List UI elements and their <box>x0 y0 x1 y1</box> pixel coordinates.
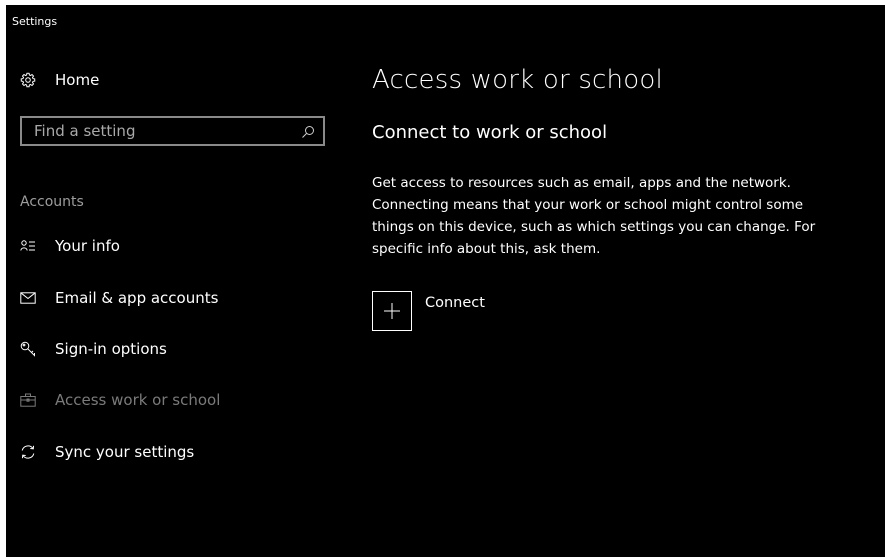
person-icon <box>20 238 36 254</box>
sidebar: Home Accounts Your <box>6 5 346 557</box>
briefcase-icon <box>20 392 36 408</box>
sidebar-item-access-work-or-school[interactable]: Access work or school <box>20 391 220 409</box>
home-label: Home <box>55 71 100 89</box>
sidebar-item-your-info[interactable]: Your info <box>20 237 120 255</box>
sidebar-item-label: Sync your settings <box>55 443 195 461</box>
page-title: Access work or school <box>372 65 663 95</box>
key-icon <box>20 341 36 357</box>
description-text: Get access to resources such as email, a… <box>372 175 816 257</box>
sync-icon <box>20 444 36 460</box>
sidebar-item-label: Access work or school <box>55 391 221 409</box>
sidebar-item-email-app-accounts[interactable]: Email & app accounts <box>20 289 218 307</box>
gear-icon <box>20 72 36 88</box>
section-label-accounts: Accounts <box>20 194 84 210</box>
connect-label: Connect <box>425 295 485 311</box>
home-button[interactable]: Home <box>20 71 99 89</box>
plus-icon[interactable] <box>372 291 412 331</box>
search-icon[interactable] <box>301 124 315 138</box>
sidebar-item-label: Your info <box>55 237 120 255</box>
sidebar-item-sign-in-options[interactable]: Sign-in options <box>20 340 167 358</box>
search-box[interactable] <box>20 116 325 146</box>
sidebar-item-label: Email & app accounts <box>55 289 219 307</box>
sidebar-item-label: Sign-in options <box>55 340 167 358</box>
main-content: Access work or school Connect to work or… <box>372 5 877 557</box>
section-title: Connect to work or school <box>372 122 608 143</box>
mail-icon <box>20 290 36 306</box>
settings-window: Settings Home Accounts <box>6 5 885 557</box>
sidebar-item-sync-your-settings[interactable]: Sync your settings <box>20 443 194 461</box>
search-input[interactable] <box>22 121 301 141</box>
connect-button[interactable]: Connect <box>372 291 485 331</box>
